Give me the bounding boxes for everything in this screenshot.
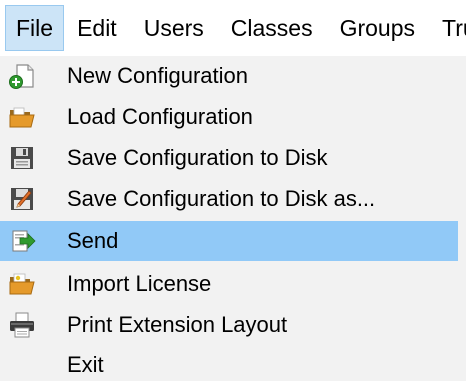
- floppy-disk-pencil-icon: [11, 188, 33, 210]
- menu-item-load-configuration[interactable]: Load Configuration: [0, 97, 458, 137]
- menu-item-save-configuration-as[interactable]: Save Configuration to Disk as...: [0, 179, 458, 219]
- menu-item-label: Save Configuration to Disk as...: [67, 186, 376, 211]
- menu-bar: File Edit Users Classes Groups Tru: [0, 0, 466, 56]
- menu-groups[interactable]: Groups: [327, 5, 429, 51]
- menu-file[interactable]: File: [5, 5, 65, 51]
- menu-item-send[interactable]: Send: [0, 221, 458, 261]
- menu-item-label: Exit: [67, 352, 104, 377]
- menu-item-print-extension-layout[interactable]: Print Extension Layout: [0, 305, 458, 345]
- menu-edit[interactable]: Edit: [64, 5, 131, 51]
- menu-item-import-license[interactable]: Import License: [0, 264, 458, 304]
- menu-item-label: New Configuration: [67, 63, 248, 88]
- menu-classes[interactable]: Classes: [218, 5, 327, 51]
- menu-item-save-configuration[interactable]: Save Configuration to Disk: [0, 138, 458, 178]
- menu-item-label: Import License: [67, 271, 212, 296]
- import-license-icon: [9, 273, 35, 295]
- menu-tru[interactable]: Tru: [429, 5, 466, 51]
- folder-open-icon: [9, 107, 35, 128]
- floppy-disk-icon: [11, 147, 33, 169]
- menu-item-new-configuration[interactable]: New Configuration: [0, 56, 458, 96]
- printer-icon: [10, 312, 34, 338]
- menu-item-exit[interactable]: Exit: [0, 345, 458, 385]
- menu-item-label: Load Configuration: [67, 104, 253, 129]
- menu-item-label: Send: [67, 228, 119, 253]
- menu-users[interactable]: Users: [131, 5, 218, 51]
- menu-item-label: Save Configuration to Disk: [67, 145, 328, 170]
- menu-item-label: Print Extension Layout: [67, 312, 288, 337]
- file-dropdown-menu: New Configuration Load Configuration Sav…: [0, 56, 466, 381]
- new-document-icon: [9, 64, 34, 89]
- send-arrow-icon: [12, 230, 36, 252]
